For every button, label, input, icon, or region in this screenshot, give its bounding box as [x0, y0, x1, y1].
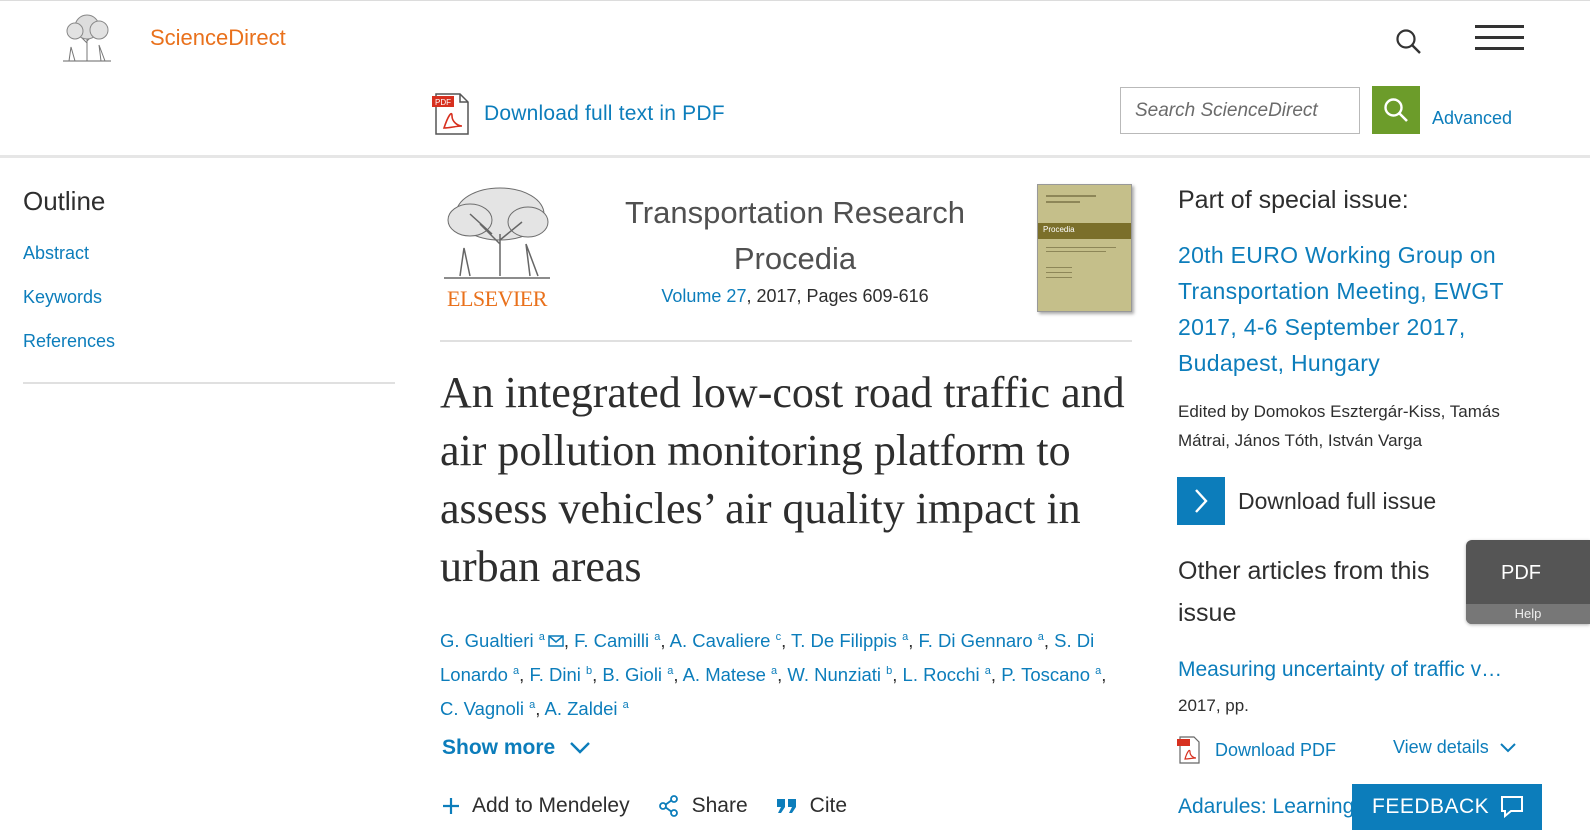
search-icon[interactable] [1395, 28, 1423, 56]
cover-line [1046, 247, 1116, 248]
author-link[interactable]: W. Nunziati b [787, 664, 892, 685]
related-article-link[interactable]: Adarules: Learning [1178, 795, 1354, 819]
outline-title: Outline [23, 186, 106, 216]
outline-divider [23, 382, 395, 384]
cover-line [1046, 251, 1106, 252]
add-to-mendeley-button[interactable]: Add to Mendeley [442, 794, 630, 818]
author-link[interactable]: L. Rocchi a [903, 664, 991, 685]
speech-bubble-icon [1501, 796, 1524, 819]
cover-line [1046, 201, 1080, 203]
cover-line [1046, 267, 1072, 268]
author-link[interactable]: B. Gioli a [602, 664, 673, 685]
journal-cover[interactable]: Procedia [1037, 184, 1132, 312]
special-issue-panel: Part of special issue: 20th EURO Working… [1178, 186, 1538, 455]
author-link[interactable]: T. De Filippis a [791, 630, 908, 651]
related-download-pdf-link[interactable]: Download PDF [1177, 736, 1336, 764]
special-issue-link[interactable]: 20th EURO Working Group on Transportatio… [1178, 237, 1538, 381]
related-article-link[interactable]: Measuring uncertainty of traffic v… [1178, 658, 1528, 682]
top-header: ScienceDirect [0, 0, 1590, 78]
outline-panel: Outline Abstract Keywords References [23, 186, 395, 384]
svg-text:PDF: PDF [435, 98, 451, 107]
quote-icon [776, 799, 796, 813]
elsevier-tree-icon [444, 187, 550, 279]
cite-button[interactable]: Cite [776, 794, 847, 818]
other-articles-heading: Other articles from this issue [1178, 557, 1430, 627]
add-to-mendeley-label: Add to Mendeley [472, 794, 630, 817]
brand-name[interactable]: ScienceDirect [150, 25, 286, 51]
cover-line [1046, 272, 1072, 273]
search-icon [1384, 98, 1408, 122]
cover-band-title: Procedia [1043, 225, 1075, 234]
show-more-button[interactable]: Show more [442, 736, 591, 760]
journal-year-pages: , 2017, Pages 609-616 [746, 286, 929, 306]
share-label: Share [691, 794, 748, 817]
pdf-file-icon: PDF [432, 92, 470, 136]
search-button[interactable] [1372, 86, 1420, 134]
outline-link-references[interactable]: References [23, 331, 395, 352]
cover-line [1046, 277, 1072, 278]
chevron-down-icon [570, 742, 591, 754]
floating-pdf-button[interactable]: PDF Help [1466, 540, 1590, 624]
share-icon [658, 795, 678, 817]
author-link[interactable]: F. Camilli a [574, 630, 660, 651]
chevron-down-icon [1500, 742, 1516, 752]
author-link[interactable]: P. Toscano a [1001, 664, 1101, 685]
issue-editors: Edited by Domokos Esztergár-Kiss, Tamás … [1178, 402, 1500, 450]
volume-link[interactable]: Volume 27 [661, 286, 746, 306]
download-full-issue-label: Download full issue [1238, 487, 1437, 514]
journal-title[interactable]: Transportation Research Procedia [580, 190, 1010, 282]
special-issue-label: Part of special issue: [1178, 186, 1409, 214]
cite-label: Cite [809, 794, 848, 817]
author-link[interactable]: A. Zaldei a [545, 698, 629, 719]
center-divider [440, 340, 1132, 342]
author-link[interactable]: C. Vagnoli a [440, 698, 535, 719]
download-pdf-link[interactable]: PDF Download full text in PDF [432, 92, 725, 136]
feedback-label: FEEDBACK [1372, 795, 1490, 818]
plus-icon [443, 798, 459, 814]
outline-link-abstract[interactable]: Abstract [23, 243, 395, 264]
download-full-issue-button[interactable]: Download full issue [1177, 477, 1436, 525]
elsevier-wordmark: ELSEVIER [447, 286, 547, 311]
related-article-meta: 2017, pp. [1178, 696, 1249, 715]
journal-meta: Volume 27, 2017, Pages 609-616 [580, 286, 1010, 307]
author-link[interactable]: G. Gualtieri a [440, 630, 545, 651]
chevron-right-icon [1177, 477, 1225, 525]
view-details-label: View details [1393, 737, 1489, 757]
pdf-file-icon [1177, 736, 1201, 764]
menu-icon[interactable] [1475, 23, 1524, 51]
journal-info: Transportation Research Procedia Volume … [580, 190, 1010, 307]
article-actions: Add to Mendeley Share Cite [442, 794, 875, 818]
floating-pdf-label: PDF [1501, 562, 1541, 584]
floating-help-label[interactable]: Help [1466, 604, 1590, 624]
show-more-label: Show more [442, 736, 556, 759]
author-link[interactable]: F. Di Gennaro a [918, 630, 1043, 651]
elsevier-tree-logo-icon[interactable] [59, 13, 115, 63]
download-pdf-label: Download full text in PDF [484, 102, 725, 125]
related-download-pdf-label: Download PDF [1215, 739, 1337, 760]
author-link[interactable]: F. Dini b [529, 664, 592, 685]
author-link[interactable]: A. Matese a [683, 664, 778, 685]
email-icon[interactable] [548, 635, 564, 647]
publisher-logo[interactable]: ELSEVIER [440, 184, 554, 314]
advanced-search-link[interactable]: Advanced [1432, 108, 1512, 129]
article-toolbar: PDF Download full text in PDF Advanced [0, 78, 1590, 158]
share-button[interactable]: Share [658, 794, 748, 818]
search-input[interactable] [1120, 87, 1360, 134]
author-link[interactable]: A. Cavaliere c [670, 630, 781, 651]
author-list: G. Gualtieri a, F. Camilli a, A. Cavalie… [440, 630, 1107, 720]
article-title: An integrated low-cost road traffic and … [440, 368, 1125, 591]
feedback-button[interactable]: FEEDBACK [1352, 784, 1542, 830]
view-details-button[interactable]: View details [1393, 737, 1517, 758]
cover-line [1046, 195, 1096, 197]
outline-link-keywords[interactable]: Keywords [23, 287, 395, 308]
